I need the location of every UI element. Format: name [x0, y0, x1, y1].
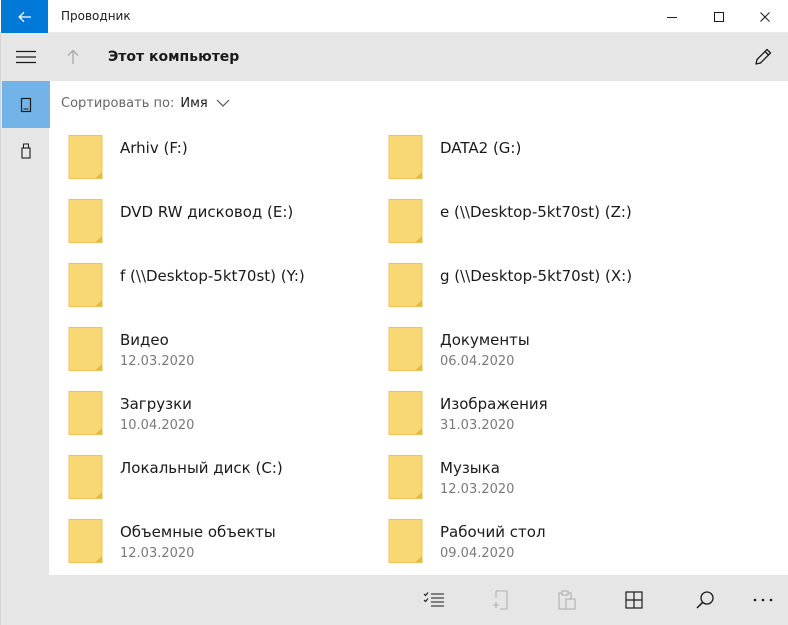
folder-icon	[388, 199, 423, 243]
item-date: 12.03.2020	[440, 482, 515, 497]
folder-icon	[68, 263, 103, 307]
current-location: Этот компьютер	[108, 49, 240, 65]
clipboard-icon	[558, 590, 576, 610]
folder-icon	[388, 391, 423, 435]
more-icon	[753, 598, 773, 602]
item-date: 06.04.2020	[440, 354, 515, 369]
title-bar: Проводник	[0, 0, 788, 33]
close-icon	[759, 11, 770, 22]
item-name: DATA2 (G:)	[440, 139, 522, 157]
items-grid: Arhiv (F:) DATA2 (G:) DVD RW дисковод (E…	[49, 115, 788, 575]
item-name: Изображения	[440, 395, 548, 413]
item-date: 12.03.2020	[120, 546, 195, 561]
folder-icon	[388, 519, 423, 563]
folder-icon	[388, 455, 423, 499]
list-item[interactable]: Видео 12.03.2020	[49, 307, 349, 371]
chevron-down-icon[interactable]	[216, 99, 230, 107]
list-item[interactable]: Загрузки 10.04.2020	[49, 371, 349, 435]
pencil-icon	[755, 48, 772, 65]
arrow-up-icon	[67, 49, 79, 64]
folder-icon	[388, 327, 423, 371]
folder-icon	[388, 135, 423, 179]
item-name: Загрузки	[120, 395, 192, 413]
item-name: Видео	[120, 331, 169, 349]
folder-icon	[388, 263, 423, 307]
list-item[interactable]: Локальный диск (C:)	[49, 435, 349, 499]
item-date: 12.03.2020	[120, 354, 195, 369]
nav-sidebar	[0, 33, 50, 625]
more-button[interactable]	[747, 584, 779, 616]
list-item[interactable]: Музыка 12.03.2020	[369, 435, 669, 499]
list-item[interactable]: f (\\Desktop-5kt70st) (Y:)	[49, 243, 349, 307]
item-name: Документы	[440, 331, 530, 349]
command-bar	[49, 575, 788, 625]
paste-button[interactable]	[551, 584, 583, 616]
menu-button[interactable]	[2, 33, 50, 80]
folder-icon	[68, 455, 103, 499]
maximize-button[interactable]	[695, 0, 742, 33]
list-item[interactable]: Объемные объекты 12.03.2020	[49, 499, 349, 563]
grid-view-icon	[625, 591, 643, 609]
item-name: f (\\Desktop-5kt70st) (Y:)	[120, 267, 305, 285]
list-item[interactable]: e (\\Desktop-5kt70st) (Z:)	[369, 179, 669, 243]
minimize-icon	[666, 16, 677, 18]
maximize-icon	[713, 11, 724, 22]
folder-icon	[68, 199, 103, 243]
usb-drive-icon	[21, 143, 31, 159]
folder-icon	[68, 327, 103, 371]
app-title: Проводник	[61, 9, 131, 23]
sort-value[interactable]: Имя	[180, 96, 207, 111]
search-button[interactable]	[689, 584, 721, 616]
new-item-button[interactable]	[485, 584, 517, 616]
sidebar-item-this-pc[interactable]	[2, 81, 50, 128]
item-name: e (\\Desktop-5kt70st) (Z:)	[440, 203, 632, 221]
sort-control[interactable]: Сортировать по: Имя	[61, 92, 230, 114]
item-name: Объемные объекты	[120, 523, 276, 541]
search-icon	[696, 591, 714, 609]
checklist-icon	[423, 592, 444, 607]
list-item[interactable]: Изображения 31.03.2020	[369, 371, 669, 435]
item-name: Arhiv (F:)	[120, 139, 188, 157]
list-item[interactable]: Рабочий стол 09.04.2020	[369, 499, 669, 563]
arrow-left-icon	[17, 11, 31, 22]
item-name: Рабочий стол	[440, 523, 546, 541]
list-item[interactable]: DVD RW дисковод (E:)	[49, 179, 349, 243]
list-item[interactable]: Документы 06.04.2020	[369, 307, 669, 371]
item-name: Музыка	[440, 459, 500, 477]
back-button[interactable]	[1, 0, 48, 33]
list-item[interactable]: Arhiv (F:)	[49, 115, 349, 179]
folder-icon	[68, 135, 103, 179]
item-name: g (\\Desktop-5kt70st) (X:)	[440, 267, 633, 285]
item-date: 10.04.2020	[120, 418, 195, 433]
item-date: 09.04.2020	[440, 546, 515, 561]
folder-icon	[68, 519, 103, 563]
folder-icon	[68, 391, 103, 435]
view-button[interactable]	[618, 584, 650, 616]
location-toolbar: Этот компьютер	[49, 33, 788, 81]
item-name: DVD RW дисковод (E:)	[120, 203, 294, 221]
sort-label: Сортировать по:	[61, 95, 175, 111]
close-button[interactable]	[741, 0, 788, 33]
select-button[interactable]	[418, 584, 450, 616]
item-name: Локальный диск (C:)	[120, 459, 283, 477]
sidebar-item-usb-drive[interactable]	[2, 129, 50, 173]
list-item[interactable]: DATA2 (G:)	[369, 115, 669, 179]
up-button[interactable]	[57, 41, 89, 73]
edit-button[interactable]	[747, 41, 779, 73]
list-item[interactable]: g (\\Desktop-5kt70st) (X:)	[369, 243, 669, 307]
hamburger-icon	[16, 50, 36, 63]
minimize-button[interactable]	[648, 0, 695, 33]
item-date: 31.03.2020	[440, 418, 515, 433]
new-item-icon	[493, 590, 508, 610]
device-icon	[20, 97, 32, 112]
